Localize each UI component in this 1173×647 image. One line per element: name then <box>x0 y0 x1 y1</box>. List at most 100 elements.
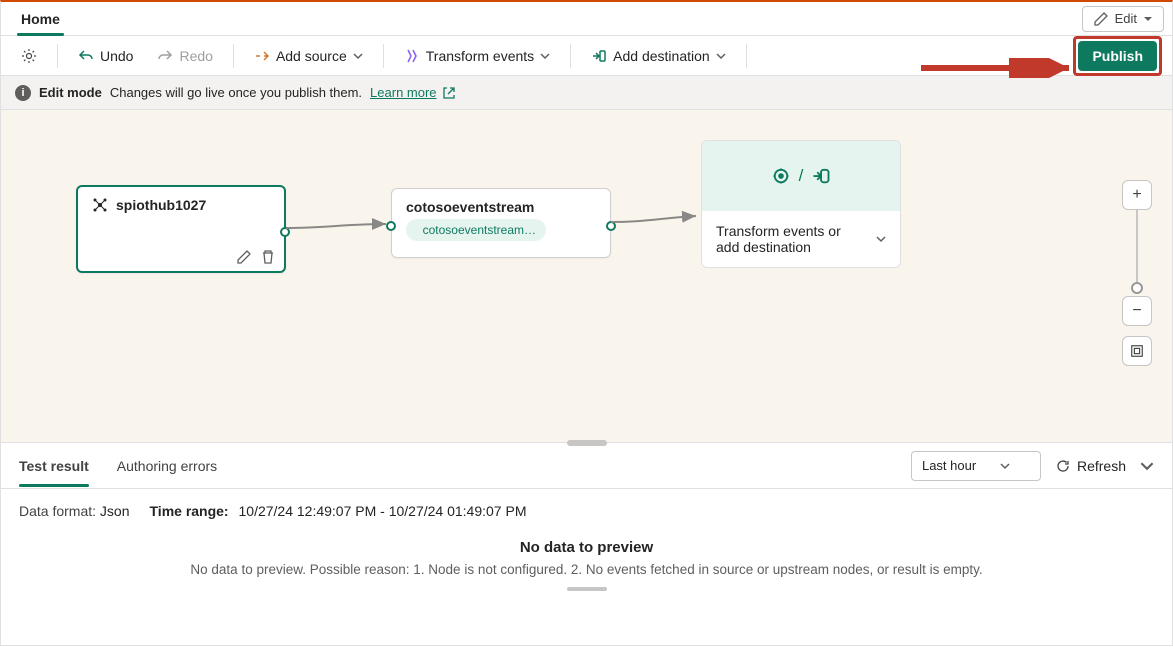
canvas[interactable]: spiothub1027 cotosoeventstream cotosoeve… <box>1 110 1172 442</box>
empty-message: No data to preview. Possible reason: 1. … <box>21 562 1152 577</box>
top-tabs: Home <box>9 2 72 35</box>
top-bar: Home Edit <box>1 2 1172 36</box>
node-eventstream[interactable]: cotosoeventstream cotosoeventstream… <box>391 188 611 258</box>
gear-icon <box>21 48 37 64</box>
bottom-tabs-right: Last hour Refresh <box>911 451 1154 481</box>
eventstream-chip-label: cotosoeventstream… <box>423 223 536 237</box>
zoom-slider-track[interactable] <box>1136 210 1138 290</box>
zoom-controls: + − <box>1122 180 1152 366</box>
pencil-icon <box>1093 11 1109 27</box>
refresh-label: Refresh <box>1077 458 1126 474</box>
add-source-button[interactable]: Add source <box>244 41 373 71</box>
data-format-value: Json <box>100 503 130 519</box>
zoom-slider-thumb[interactable] <box>1131 282 1143 294</box>
time-range-select[interactable]: Last hour <box>911 451 1041 481</box>
undo-label: Undo <box>100 48 133 64</box>
output-port[interactable] <box>606 221 616 231</box>
input-port[interactable] <box>386 221 396 231</box>
add-source-label: Add source <box>276 48 347 64</box>
time-range-label: Time range: <box>150 503 229 519</box>
resize-handle[interactable] <box>567 587 607 591</box>
redo-label: Redo <box>179 48 212 64</box>
placeholder-label: Transform events or add destination <box>716 223 856 255</box>
iot-hub-icon <box>92 197 108 213</box>
caret-down-icon <box>1143 14 1153 24</box>
edge-source-to-stream <box>286 220 396 240</box>
node-source-title: spiothub1027 <box>116 197 206 213</box>
tab-authoring-errors-label: Authoring errors <box>117 458 217 474</box>
info-bar: i Edit mode Changes will go live once yo… <box>1 76 1172 110</box>
edit-mode-label: Edit mode <box>39 85 102 100</box>
tab-test-result-label: Test result <box>19 458 89 474</box>
publish-label: Publish <box>1092 48 1143 64</box>
tab-authoring-errors[interactable]: Authoring errors <box>117 446 217 486</box>
refresh-icon <box>1055 458 1071 474</box>
toolbar-separator <box>57 44 58 68</box>
undo-button[interactable]: Undo <box>68 41 143 71</box>
redo-button[interactable]: Redo <box>147 41 222 71</box>
node-source[interactable]: spiothub1027 <box>76 185 286 273</box>
settings-button[interactable] <box>11 41 47 71</box>
stream-icon <box>416 224 417 236</box>
time-range-value: 10/27/24 12:49:07 PM - 10/27/24 01:49:07… <box>239 503 527 519</box>
node-source-title-row: spiothub1027 <box>92 197 270 213</box>
toolbar: Undo Redo Add source Transform events Ad… <box>1 36 1172 76</box>
undo-icon <box>78 48 94 64</box>
chevron-down-icon <box>1000 461 1010 471</box>
fit-icon <box>1130 344 1144 358</box>
slash-separator: / <box>799 166 804 186</box>
resize-handle[interactable] <box>567 440 607 446</box>
destination-icon <box>591 48 607 64</box>
placeholder-bottom[interactable]: Transform events or add destination <box>702 211 900 267</box>
publish-highlight: Publish <box>1073 36 1162 76</box>
placeholder-icons: / <box>702 141 900 211</box>
node-eventstream-title-row: cotosoeventstream <box>406 199 596 215</box>
transform-icon <box>404 48 420 64</box>
transform-events-button[interactable]: Transform events <box>394 41 560 71</box>
eventstream-chip[interactable]: cotosoeventstream… <box>406 219 546 241</box>
empty-state: No data to preview No data to preview. P… <box>1 533 1172 607</box>
edit-dropdown-button[interactable]: Edit <box>1082 6 1164 32</box>
add-destination-button[interactable]: Add destination <box>581 41 736 71</box>
zoom-out-button[interactable]: − <box>1122 296 1152 326</box>
data-format: Data format: Json <box>19 503 130 519</box>
meta-row: Data format: Json Time range: 10/27/24 1… <box>1 489 1172 533</box>
redo-icon <box>157 48 173 64</box>
transform-events-label: Transform events <box>426 48 534 64</box>
toolbar-separator <box>570 44 571 68</box>
pencil-icon[interactable] <box>236 249 252 265</box>
publish-button[interactable]: Publish <box>1078 41 1157 71</box>
learn-more-link[interactable]: Learn more <box>370 85 456 101</box>
trash-icon[interactable] <box>260 249 276 265</box>
bottom-panel: Test result Authoring errors Last hour R… <box>1 442 1172 647</box>
time-range: Time range: 10/27/24 12:49:07 PM - 10/27… <box>150 503 527 519</box>
refresh-button[interactable]: Refresh <box>1055 458 1126 474</box>
bottom-tabs: Test result Authoring errors Last hour R… <box>1 443 1172 489</box>
info-message: Changes will go live once you publish th… <box>110 85 362 100</box>
node-placeholder[interactable]: / Transform events or add destination <box>701 140 901 268</box>
external-link-icon <box>441 85 457 101</box>
fit-to-screen-button[interactable] <box>1122 336 1152 366</box>
tab-home-label: Home <box>21 11 60 27</box>
chevron-down-icon <box>876 234 886 244</box>
tab-test-result[interactable]: Test result <box>19 446 89 486</box>
chevron-down-icon[interactable] <box>1140 459 1154 473</box>
zoom-in-button[interactable]: + <box>1122 180 1152 210</box>
add-destination-label: Add destination <box>613 48 710 64</box>
output-port[interactable] <box>280 227 290 237</box>
edge-stream-to-placeholder <box>611 210 706 240</box>
chevron-down-icon <box>353 51 363 61</box>
edit-label: Edit <box>1115 11 1137 26</box>
node-eventstream-title: cotosoeventstream <box>406 199 534 215</box>
empty-title: No data to preview <box>21 539 1152 556</box>
node-source-actions <box>236 249 276 265</box>
toolbar-separator <box>383 44 384 68</box>
transform-icon <box>771 166 791 186</box>
chevron-down-icon <box>716 51 726 61</box>
data-format-label: Data format: <box>19 503 96 519</box>
chevron-down-icon <box>540 51 550 61</box>
learn-more-label: Learn more <box>370 85 436 100</box>
source-icon <box>254 48 270 64</box>
tab-home[interactable]: Home <box>9 2 72 35</box>
toolbar-separator <box>746 44 747 68</box>
